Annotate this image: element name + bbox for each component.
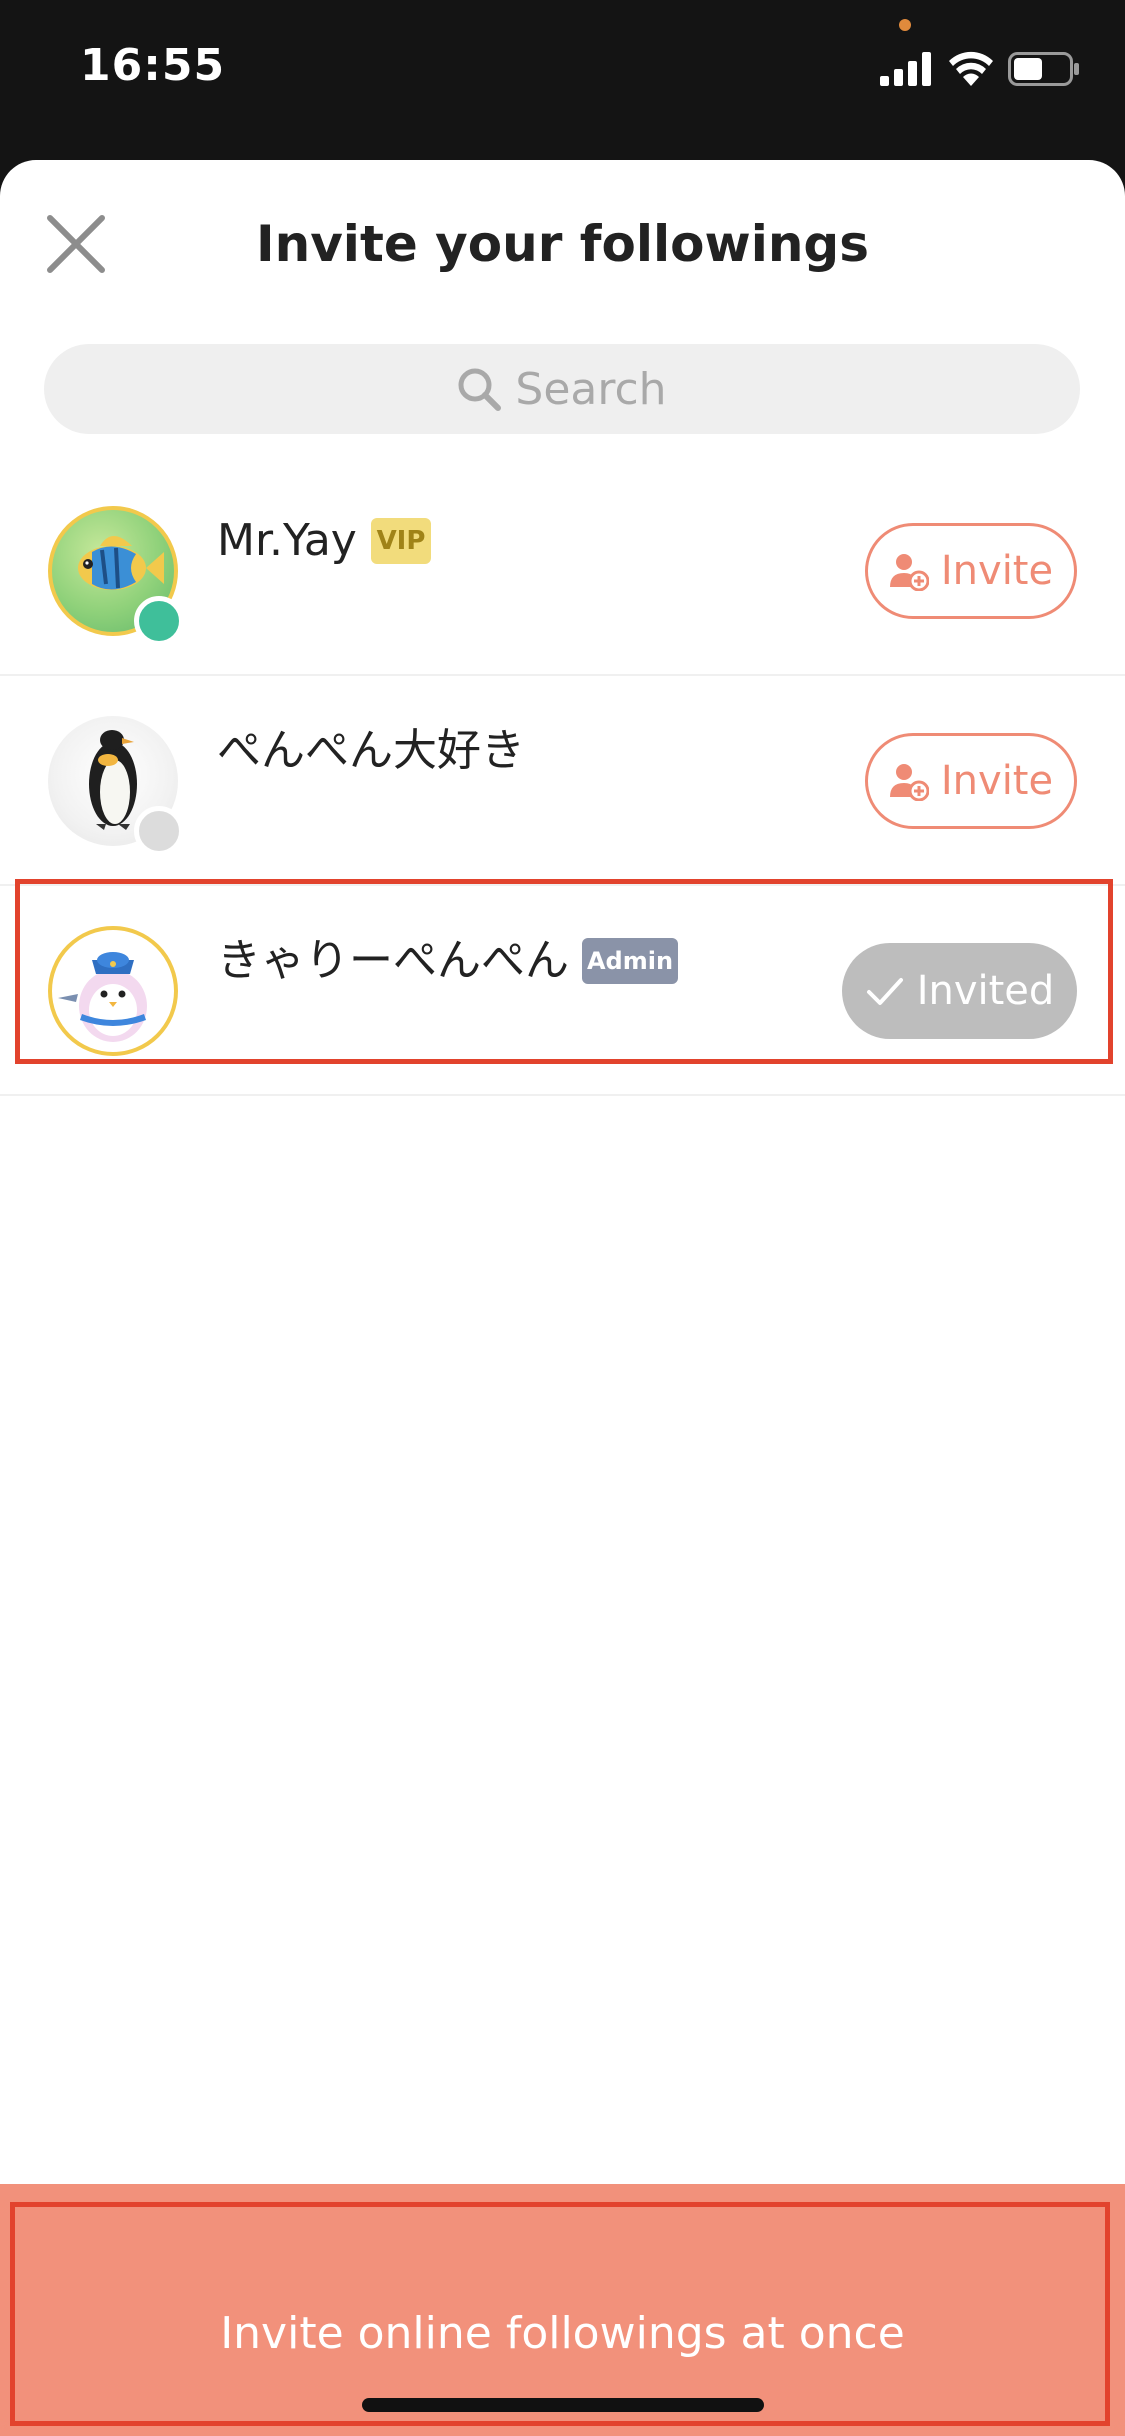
battery-icon — [1008, 52, 1079, 86]
add-user-icon — [889, 554, 929, 591]
offline-status-indicator — [134, 806, 184, 856]
user-name: きゃりーぺんぺん — [217, 935, 569, 986]
search-placeholder: Search — [515, 363, 667, 415]
page-title: Invite your followings — [256, 215, 869, 273]
invite-sheet: Invite your followings Search Mr.Yay VIP… — [0, 160, 1125, 2436]
invite-online-followings-label: Invite online followings at once — [220, 2308, 905, 2359]
check-icon — [866, 978, 903, 1005]
status-bar: 16:55 — [0, 0, 1125, 160]
invited-button-label: Invited — [916, 968, 1055, 1014]
invite-button[interactable]: Invite — [865, 733, 1077, 829]
user-name: Mr.Yay — [217, 515, 357, 566]
search-icon — [458, 368, 502, 411]
home-indicator — [362, 2398, 764, 2412]
wifi-icon — [949, 51, 993, 86]
privacy-indicator-dot — [899, 19, 911, 31]
invite-button-label: Invite — [940, 548, 1054, 594]
avatar[interactable] — [48, 926, 178, 1056]
add-user-icon — [889, 764, 929, 801]
list-item[interactable]: ぺんぺん大好き Invite — [0, 676, 1125, 886]
penguin-character-avatar-icon — [58, 952, 147, 1042]
list-item[interactable]: きゃりーぺんぺん Admin Invited — [0, 886, 1125, 1096]
status-time: 16:55 — [80, 40, 226, 91]
online-status-indicator — [134, 596, 184, 646]
invite-button-label: Invite — [940, 758, 1054, 804]
search-input[interactable]: Search — [44, 344, 1080, 434]
admin-badge: Admin — [582, 938, 678, 984]
cellular-signal-icon — [880, 52, 931, 86]
invited-button[interactable]: Invited — [842, 943, 1077, 1039]
vip-badge: VIP — [371, 518, 431, 564]
user-name: ぺんぺん大好き — [217, 725, 525, 776]
invite-button[interactable]: Invite — [865, 523, 1077, 619]
list-item[interactable]: Mr.Yay VIP Invite — [0, 466, 1125, 676]
